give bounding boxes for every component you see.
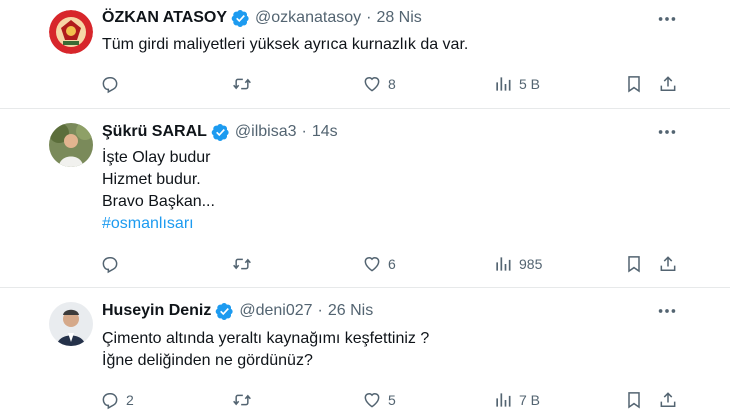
more-icon[interactable] [656, 8, 678, 30]
bookmark-button[interactable] [624, 388, 644, 412]
avatar[interactable] [49, 302, 93, 346]
hashtag-link[interactable]: #osmanlısarı [102, 213, 215, 235]
tweet-text-line: Hizmet budur. [102, 171, 201, 188]
bookmark-button[interactable] [624, 252, 644, 276]
view-count: 7 B [519, 392, 541, 408]
reply-icon [102, 257, 118, 274]
like-count: 8 [388, 76, 396, 92]
retweet-button[interactable] [232, 72, 252, 96]
retweet-icon [233, 78, 251, 90]
view-count: 5 B [519, 76, 541, 92]
bookmark-icon [628, 76, 640, 93]
author-handle[interactable]: @ozkanatasoy [255, 7, 361, 29]
reply-button[interactable]: 2 [100, 388, 134, 412]
more-icon[interactable] [656, 300, 678, 322]
tweet-text-line: İğne deliğinden ne gördünüz? [102, 352, 313, 369]
like-count: 5 [388, 392, 396, 408]
retweet-icon [233, 258, 251, 270]
verified-badge-icon [211, 123, 229, 141]
views-button[interactable]: 5 B [493, 72, 540, 96]
views-button[interactable]: 985 [493, 252, 542, 276]
reply-button[interactable] [100, 252, 120, 276]
action-bar: 2 5 7 B [0, 388, 730, 412]
separator-dot: · [301, 123, 307, 140]
avatar[interactable] [49, 123, 93, 167]
reply-icon [102, 77, 118, 94]
bookmark-icon [628, 392, 640, 409]
like-count: 6 [388, 256, 396, 272]
share-icon [660, 256, 676, 271]
tweet-text-line: İşte Olay budur [102, 149, 211, 166]
tweet-text: Tüm girdi maliyetleri yüksek ayrıca kurn… [102, 34, 468, 56]
bookmark-button[interactable] [624, 72, 644, 96]
verified-badge-icon [216, 302, 233, 320]
author-name[interactable]: Huseyin Deniz [102, 300, 211, 322]
bookmark-icon [628, 256, 640, 273]
tweet-text: Çimento altında yeraltı kaynağımı keşfet… [102, 328, 429, 372]
like-button[interactable]: 8 [362, 72, 396, 96]
action-bar: 8 5 B [0, 72, 730, 96]
separator-dot: · [317, 302, 323, 319]
timestamp[interactable]: 28 Nis [376, 7, 421, 29]
avatar[interactable] [49, 10, 93, 54]
tweet-2[interactable]: Şükrü SARAL @ilbisa3 · 14s İşte Olay bud… [0, 109, 730, 287]
tweet-text-line: Tüm girdi maliyetleri yüksek ayrıca kurn… [102, 36, 469, 53]
author-handle[interactable]: @deni027 [239, 300, 312, 322]
heart-icon [364, 77, 380, 92]
verified-badge-icon [231, 9, 249, 27]
tweet-text-line: Bravo Başkan... [102, 193, 215, 210]
share-icon [660, 76, 676, 91]
author-name[interactable]: Şükrü SARAL [102, 121, 207, 143]
views-button[interactable]: 7 B [493, 388, 540, 412]
timestamp[interactable]: 14s [312, 121, 338, 143]
views-icon [496, 393, 511, 407]
author-handle[interactable]: @ilbisa3 [235, 121, 297, 143]
views-icon [496, 257, 511, 271]
separator-dot: · [366, 9, 372, 26]
share-button[interactable] [658, 252, 678, 276]
action-bar: 6 985 [0, 252, 730, 276]
retweet-icon [233, 394, 251, 406]
share-icon [660, 392, 676, 407]
views-icon [496, 77, 511, 91]
heart-icon [364, 393, 380, 408]
timestamp[interactable]: 26 Nis [328, 300, 373, 322]
like-button[interactable]: 5 [362, 388, 396, 412]
share-button[interactable] [658, 388, 678, 412]
more-icon[interactable] [656, 121, 678, 143]
share-button[interactable] [658, 72, 678, 96]
tweet-text-line: Çimento altında yeraltı kaynağımı keşfet… [102, 330, 430, 347]
retweet-button[interactable] [232, 388, 252, 412]
view-count: 985 [519, 256, 543, 272]
tweet-1[interactable]: ÖZKAN ATASOY @ozkanatasoy · 28 Nis Tüm g… [0, 0, 730, 108]
heart-icon [364, 257, 380, 272]
tweet-3[interactable]: Huseyin Deniz @deni027 · 26 Nis Çimento … [0, 288, 730, 420]
like-button[interactable]: 6 [362, 252, 396, 276]
reply-button[interactable] [100, 72, 120, 96]
tweet-text: İşte Olay budur Hizmet budur. Bravo Başk… [102, 147, 215, 235]
reply-icon [102, 393, 118, 410]
reply-count: 2 [126, 392, 134, 408]
author-name[interactable]: ÖZKAN ATASOY [102, 7, 227, 29]
retweet-button[interactable] [232, 252, 252, 276]
